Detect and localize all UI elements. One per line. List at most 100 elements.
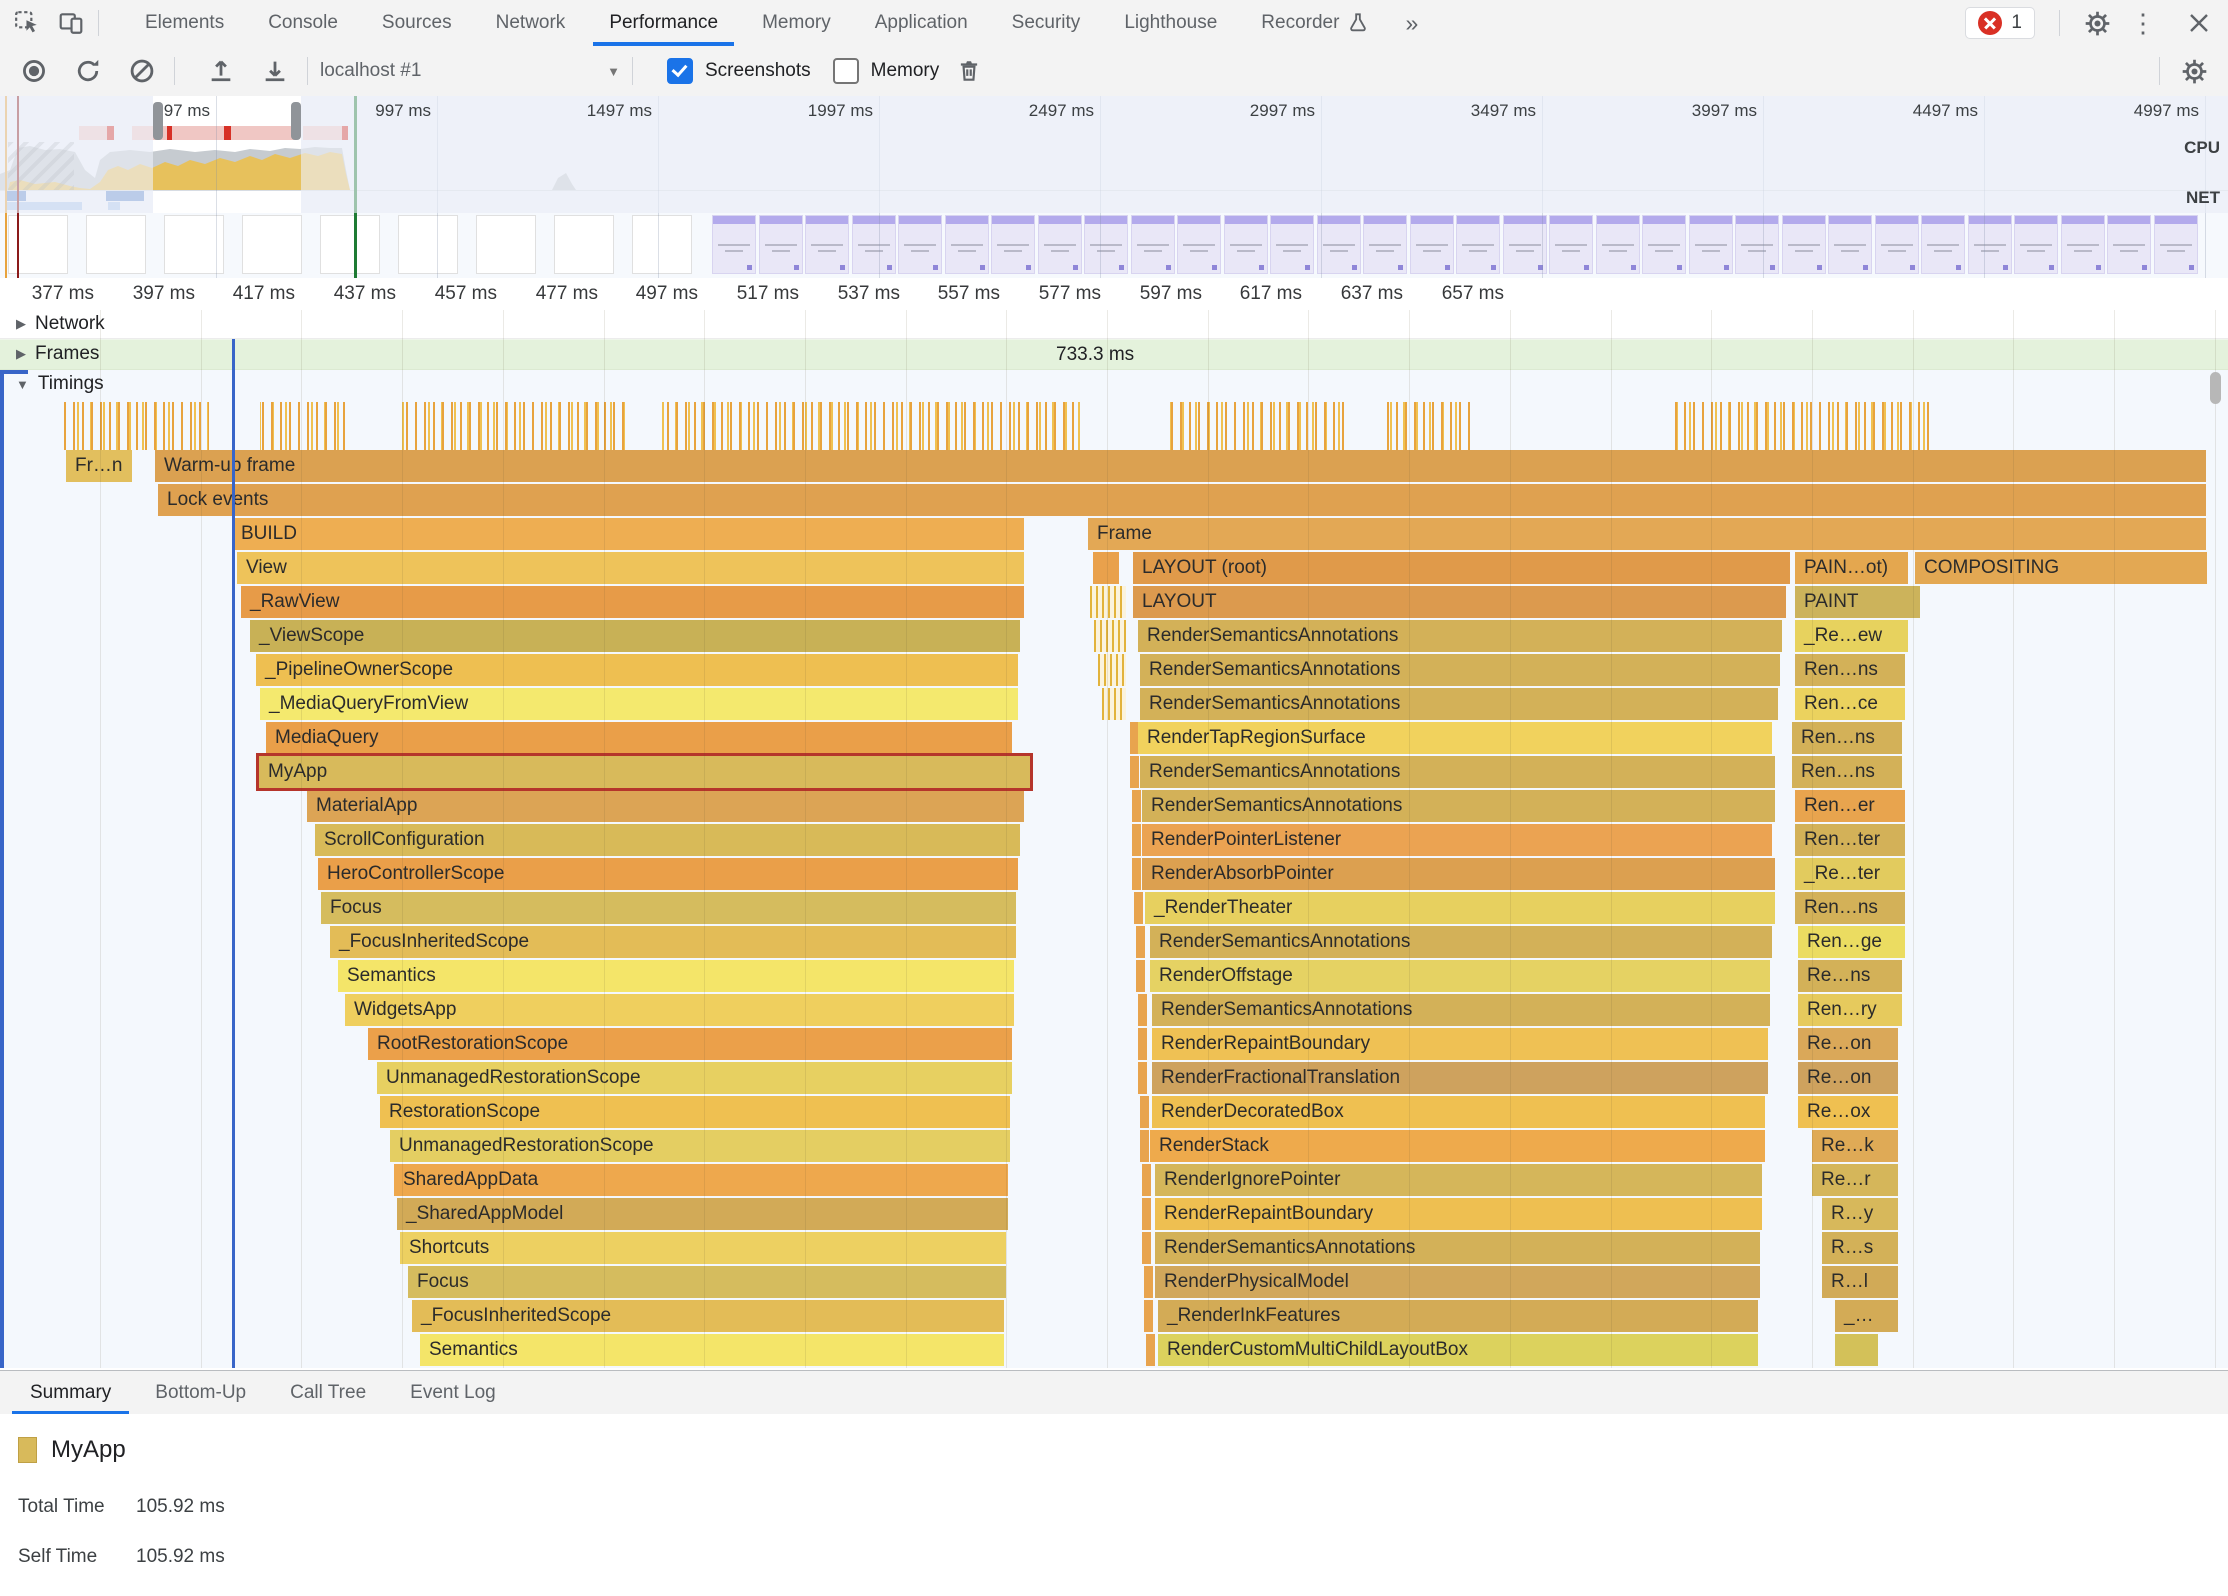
flame-bar[interactable]: _RenderTheater [1145,892,1775,924]
flame-bar[interactable]: RenderSemanticsAnnotations [1140,654,1780,686]
flame-bar[interactable]: Ren…ry [1798,994,1902,1026]
screenshot-frame[interactable] [1410,215,1454,274]
record-icon[interactable] [14,51,54,91]
flame-bar[interactable]: RenderSemanticsAnnotations [1150,926,1772,958]
screenshot-frame[interactable] [1549,215,1593,274]
screenshot-frame[interactable] [86,215,146,274]
tab-security[interactable]: Security [990,0,1103,46]
screenshot-frame[interactable] [476,215,536,274]
screenshot-frame[interactable] [1224,215,1268,274]
flame-bar[interactable]: Focus [408,1266,1006,1298]
screenshot-frame[interactable] [1317,215,1361,274]
clear-icon[interactable] [122,51,162,91]
screenshots-checkbox[interactable]: Screenshots [667,58,811,84]
flame-bar[interactable]: RenderSemanticsAnnotations [1140,756,1775,788]
load-profile-icon[interactable] [201,51,241,91]
selection-handle-right[interactable] [291,102,301,140]
flame-bar[interactable]: Ren…ns [1795,654,1905,686]
flame-bar[interactable]: RootRestorationScope [368,1028,1012,1060]
details-tab-summary[interactable]: Summary [8,1371,133,1415]
flame-bar[interactable]: _ViewScope [250,620,1020,652]
flame-bar[interactable]: RenderFractionalTranslation [1152,1062,1768,1094]
memory-checkbox[interactable]: Memory [833,58,940,84]
flame-bar[interactable]: _RawView [241,586,1024,618]
flame-bar[interactable]: Ren…er [1795,790,1905,822]
flame-bar-fragment[interactable] [1090,586,1126,618]
settings-gear-icon[interactable] [2080,6,2114,40]
screenshot-frame[interactable] [632,215,692,274]
collapse-triangle-icon[interactable]: ▶ [16,346,26,362]
screenshot-frame[interactable] [1177,215,1221,274]
flame-bar[interactable]: R…l [1822,1266,1898,1298]
flame-bar[interactable]: RenderRepaintBoundary [1155,1198,1762,1230]
screenshot-frame[interactable] [852,215,896,274]
flame-bar-fragment[interactable] [1136,926,1145,958]
screenshot-frame[interactable] [2061,215,2105,274]
details-tab-call-tree[interactable]: Call Tree [268,1371,388,1415]
flame-bar[interactable]: RenderDecoratedBox [1152,1096,1765,1128]
flame-bar[interactable]: RenderTapRegionSurface [1138,722,1772,754]
target-select[interactable]: localhost #1 ▼ [320,60,620,82]
screenshot-frame[interactable] [1782,215,1826,274]
flame-bar[interactable]: RenderSemanticsAnnotations [1138,620,1782,652]
flame-bar-fragment[interactable] [1138,1028,1147,1060]
flame-bar[interactable]: R…y [1822,1198,1898,1230]
flame-bar[interactable]: SharedAppData [394,1164,1008,1196]
screenshot-frame[interactable] [164,215,224,274]
flame-bar-fragment[interactable] [1134,892,1143,924]
flame-bar-fragment[interactable] [1098,654,1126,686]
flame-bar[interactable]: BUILD [232,518,1024,550]
flame-bar[interactable]: Re…ox [1798,1096,1898,1128]
screenshot-frame[interactable] [712,215,756,274]
vertical-scrollbar[interactable] [2210,372,2221,404]
tab-lighthouse[interactable]: Lighthouse [1102,0,1239,46]
flame-bar[interactable]: MaterialApp [307,790,1024,822]
screenshot-frame[interactable] [2014,215,2058,274]
error-badge[interactable]: 1 [1965,7,2035,39]
screenshot-frame[interactable] [2107,215,2151,274]
flame-bar[interactable]: Semantics [420,1334,1004,1366]
screenshot-frame[interactable] [1828,215,1872,274]
screenshot-frame[interactable] [1270,215,1314,274]
screenshot-frame[interactable] [554,215,614,274]
flame-bar-fragment[interactable] [1835,1334,1878,1366]
details-tab-bottom-up[interactable]: Bottom-Up [133,1371,268,1415]
track-frames[interactable]: ▶ Frames 733.3 ms [0,339,2228,370]
flame-bar[interactable]: Focus [321,892,1016,924]
flame-bar[interactable]: RenderCustomMultiChildLayoutBox [1158,1334,1758,1366]
flame-bar[interactable]: Fr…n [66,450,132,482]
flame-bar[interactable]: Ren…ter [1795,824,1905,856]
collapse-triangle-icon[interactable]: ▶ [16,316,26,332]
track-timings[interactable]: ▼ Timings [0,370,2228,400]
screenshot-frame[interactable] [805,215,849,274]
flame-bar[interactable]: View [237,552,1024,584]
flame-bar[interactable]: Ren…ns [1795,892,1905,924]
flame-bar-fragment[interactable] [1130,756,1139,788]
flame-bar-fragment[interactable] [1138,994,1147,1026]
tab-application[interactable]: Application [853,0,990,46]
flame-bar-fragment[interactable] [1142,1164,1151,1196]
flame-bar[interactable]: _Re…ter [1795,858,1905,890]
screenshot-frame[interactable] [1921,215,1965,274]
tab-performance[interactable]: Performance [587,0,740,46]
flame-bar[interactable]: Ren…ce [1795,688,1905,720]
flame-bar-fragment[interactable] [1144,1266,1153,1298]
flame-bar[interactable]: Ren…ns [1792,756,1902,788]
flame-bar-fragment[interactable] [1142,1198,1151,1230]
flame-bar-fragment[interactable] [1132,790,1141,822]
flame-bar[interactable]: Semantics [338,960,1014,992]
timeline-overview[interactable]: CPU NET 97 ms997 ms1497 ms1997 ms2497 ms… [0,96,2228,213]
tab-console[interactable]: Console [246,0,360,46]
timeline-tracks[interactable]: ▶ Network ▶ Frames 733.3 ms ▼ Timings Fr… [0,310,2228,1368]
flame-bar[interactable]: _Re…ew [1795,620,1908,652]
flame-bar[interactable]: Re…k [1812,1130,1898,1162]
flame-bar-fragment[interactable] [1094,620,1126,652]
flame-bar[interactable]: MyApp [259,756,1030,788]
flame-bar[interactable]: Ren…ge [1798,926,1905,958]
flame-bar-fragment[interactable] [1140,1130,1149,1162]
flame-chart[interactable]: Fr…nWarm-up frameLock eventsBUILDFrameVi… [0,450,2228,1368]
flame-bar[interactable]: Frame [1088,518,2206,550]
device-toolbar-icon[interactable] [54,6,88,40]
selection-handle-left[interactable] [153,102,163,140]
flame-bar[interactable]: _FocusInheritedScope [330,926,1016,958]
